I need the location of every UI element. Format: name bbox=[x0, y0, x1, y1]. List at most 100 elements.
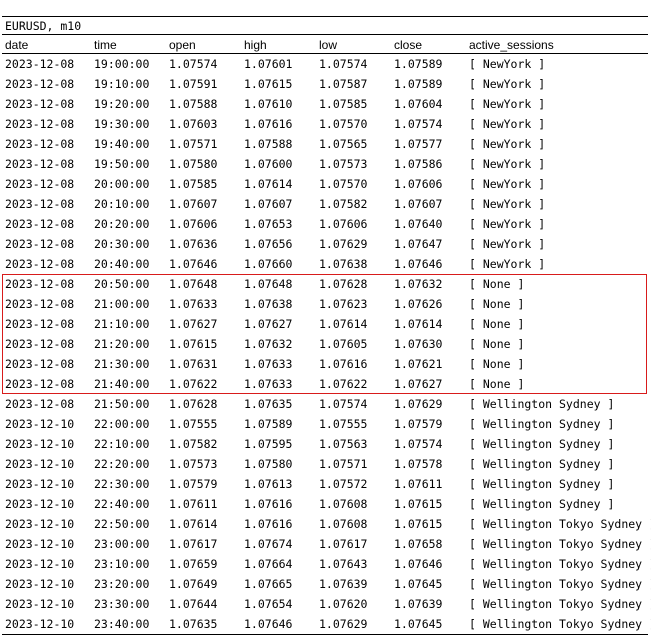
cell-time: 19:00:00 bbox=[94, 57, 150, 71]
column-header-close: close bbox=[394, 38, 423, 52]
cell-close: 1.07632 bbox=[394, 277, 443, 291]
cell-open: 1.07649 bbox=[169, 577, 218, 591]
cell-open: 1.07588 bbox=[169, 97, 218, 111]
cell-open: 1.07579 bbox=[169, 477, 218, 491]
cell-active-sessions: [ NewYork ] bbox=[469, 157, 546, 171]
column-header-low: low bbox=[319, 38, 338, 52]
cell-time: 20:20:00 bbox=[94, 217, 150, 231]
cell-low: 1.07643 bbox=[319, 557, 368, 571]
cell-open: 1.07574 bbox=[169, 57, 218, 71]
cell-active-sessions: [ None ] bbox=[469, 277, 525, 291]
cell-date: 2023-12-10 bbox=[5, 577, 75, 591]
cell-date: 2023-12-08 bbox=[5, 377, 75, 391]
cell-active-sessions: [ NewYork ] bbox=[469, 77, 546, 91]
cell-open: 1.07580 bbox=[169, 157, 218, 171]
cell-high: 1.07638 bbox=[244, 297, 293, 311]
cell-date: 2023-12-08 bbox=[5, 257, 75, 271]
table-row: 2023-12-08 19:30:00 1.07603 1.07616 1.07570 1… bbox=[2, 114, 648, 134]
cell-time: 21:50:00 bbox=[94, 397, 150, 411]
cell-open: 1.07571 bbox=[169, 137, 218, 151]
cell-active-sessions: [ NewYork ] bbox=[469, 117, 546, 131]
cell-date: 2023-12-10 bbox=[5, 437, 75, 451]
cell-high: 1.07646 bbox=[244, 617, 293, 631]
cell-open: 1.07617 bbox=[169, 537, 218, 551]
cell-low: 1.07563 bbox=[319, 437, 368, 451]
cell-open: 1.07582 bbox=[169, 437, 218, 451]
cell-open: 1.07591 bbox=[169, 77, 218, 91]
cell-low: 1.07572 bbox=[319, 477, 368, 491]
cell-low: 1.07639 bbox=[319, 577, 368, 591]
cell-active-sessions: [ NewYork ] bbox=[469, 57, 546, 71]
cell-active-sessions: [ None ] bbox=[469, 317, 525, 331]
cell-date: 2023-12-08 bbox=[5, 57, 75, 71]
table-row: 2023-12-10 22:40:00 1.07611 1.07616 1.07608 1… bbox=[2, 494, 648, 514]
cell-high: 1.07627 bbox=[244, 317, 293, 331]
cell-date: 2023-12-08 bbox=[5, 157, 75, 171]
column-header-date: date bbox=[5, 38, 29, 52]
cell-close: 1.07646 bbox=[394, 557, 443, 571]
cell-time: 23:10:00 bbox=[94, 557, 150, 571]
cell-low: 1.07623 bbox=[319, 297, 368, 311]
cell-high: 1.07595 bbox=[244, 437, 293, 451]
cell-date: 2023-12-08 bbox=[5, 337, 75, 351]
cell-date: 2023-12-08 bbox=[5, 217, 75, 231]
cell-high: 1.07632 bbox=[244, 337, 293, 351]
cell-low: 1.07574 bbox=[319, 57, 368, 71]
cell-close: 1.07658 bbox=[394, 537, 443, 551]
cell-close: 1.07607 bbox=[394, 197, 443, 211]
cell-close: 1.07611 bbox=[394, 477, 443, 491]
cell-date: 2023-12-10 bbox=[5, 417, 75, 431]
table-title: EURUSD, m10 bbox=[2, 16, 648, 35]
cell-close: 1.07614 bbox=[394, 317, 443, 331]
table-row: 2023-12-08 20:50:00 1.07648 1.07648 1.07628 1… bbox=[2, 274, 648, 294]
cell-high: 1.07613 bbox=[244, 477, 293, 491]
cell-high: 1.07660 bbox=[244, 257, 293, 271]
cell-open: 1.07611 bbox=[169, 497, 218, 511]
cell-low: 1.07616 bbox=[319, 357, 368, 371]
cell-close: 1.07646 bbox=[394, 257, 443, 271]
cell-time: 21:40:00 bbox=[94, 377, 150, 391]
table-row: 2023-12-10 23:30:00 1.07644 1.07654 1.07620 1… bbox=[2, 594, 651, 614]
cell-close: 1.07574 bbox=[394, 437, 443, 451]
cell-open: 1.07635 bbox=[169, 617, 218, 631]
cell-low: 1.07555 bbox=[319, 417, 368, 431]
cell-active-sessions: [ Wellington Sydney ] bbox=[469, 477, 615, 491]
cell-close: 1.07615 bbox=[394, 497, 443, 511]
cell-time: 21:10:00 bbox=[94, 317, 150, 331]
table-row: 2023-12-10 22:20:00 1.07573 1.07580 1.07571 1… bbox=[2, 454, 648, 474]
cell-date: 2023-12-10 bbox=[5, 617, 75, 631]
cell-date: 2023-12-08 bbox=[5, 77, 75, 91]
cell-close: 1.07589 bbox=[394, 57, 443, 71]
column-header-open: open bbox=[169, 38, 196, 52]
cell-high: 1.07633 bbox=[244, 377, 293, 391]
table-row: 2023-12-08 20:40:00 1.07646 1.07660 1.07638 1… bbox=[2, 254, 648, 274]
cell-date: 2023-12-08 bbox=[5, 197, 75, 211]
cell-low: 1.07587 bbox=[319, 77, 368, 91]
cell-active-sessions: [ Wellington Tokyo Sydney ] bbox=[469, 557, 651, 571]
table-row: 2023-12-08 21:30:00 1.07631 1.07633 1.07616 1… bbox=[2, 354, 648, 374]
cell-active-sessions: [ None ] bbox=[469, 377, 525, 391]
cell-low: 1.07638 bbox=[319, 257, 368, 271]
cell-time: 20:30:00 bbox=[94, 237, 150, 251]
table-row: 2023-12-08 19:00:00 1.07574 1.07601 1.07574 1… bbox=[2, 54, 648, 74]
cell-high: 1.07653 bbox=[244, 217, 293, 231]
data-table: EURUSD, m10 date time open high low clos… bbox=[2, 16, 651, 635]
cell-low: 1.07608 bbox=[319, 497, 368, 511]
cell-time: 19:50:00 bbox=[94, 157, 150, 171]
cell-date: 2023-12-10 bbox=[5, 497, 75, 511]
table-row: 2023-12-08 20:10:00 1.07607 1.07607 1.07582 1… bbox=[2, 194, 648, 214]
cell-high: 1.07654 bbox=[244, 597, 293, 611]
cell-high: 1.07616 bbox=[244, 517, 293, 531]
cell-active-sessions: [ Wellington Sydney ] bbox=[469, 457, 615, 471]
cell-close: 1.07579 bbox=[394, 417, 443, 431]
cell-open: 1.07622 bbox=[169, 377, 218, 391]
table-row: 2023-12-10 23:00:00 1.07617 1.07674 1.07617 1… bbox=[2, 534, 651, 554]
cell-open: 1.07615 bbox=[169, 337, 218, 351]
cell-high: 1.07607 bbox=[244, 197, 293, 211]
cell-low: 1.07605 bbox=[319, 337, 368, 351]
cell-close: 1.07606 bbox=[394, 177, 443, 191]
cell-high: 1.07615 bbox=[244, 77, 293, 91]
cell-time: 23:40:00 bbox=[94, 617, 150, 631]
cell-active-sessions: [ NewYork ] bbox=[469, 97, 546, 111]
table-row: 2023-12-08 21:00:00 1.07633 1.07638 1.07623 1… bbox=[2, 294, 648, 314]
